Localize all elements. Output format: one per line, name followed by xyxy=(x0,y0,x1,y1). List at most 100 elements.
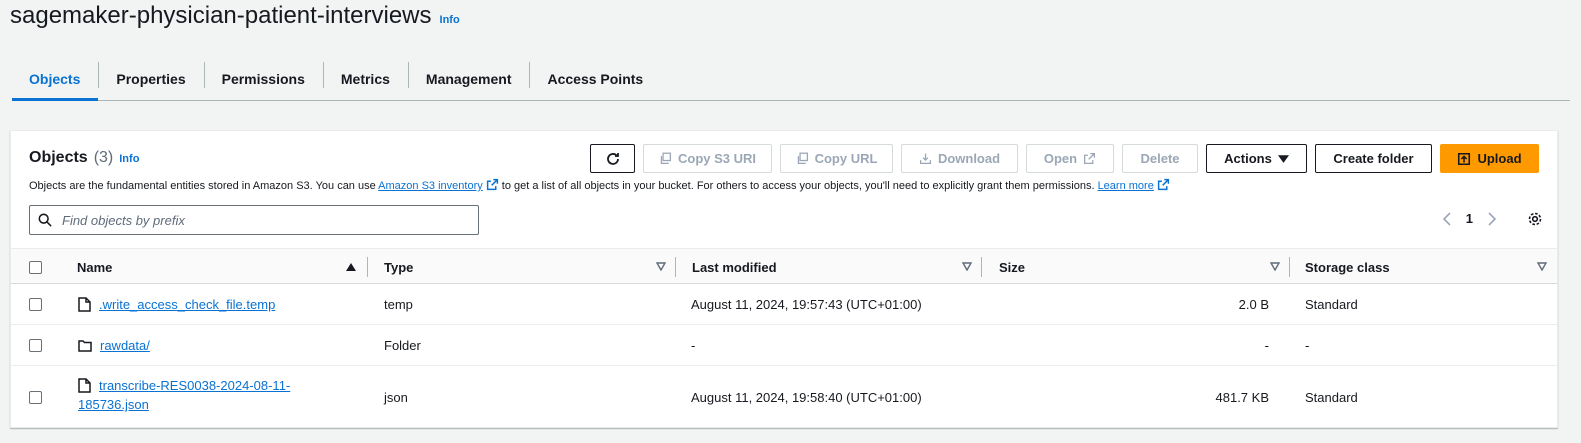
description-text-2: to get a list of all objects in your buc… xyxy=(498,180,1098,192)
inventory-link[interactable]: Amazon S3 inventory xyxy=(378,180,483,192)
objects-table: Name Type Last modified Size Storage cla xyxy=(11,248,1557,428)
type-cell: Folder xyxy=(384,337,421,353)
create-folder-label: Create folder xyxy=(1333,151,1414,166)
tab-access-points[interactable]: Access Points xyxy=(529,58,661,100)
delete-label: Delete xyxy=(1140,151,1180,166)
object-name-link[interactable]: rawdata/ xyxy=(100,338,150,353)
column-header-name[interactable]: Name xyxy=(76,249,368,285)
size-cell: 2.0 B xyxy=(1238,296,1269,312)
header-info-link[interactable]: Info xyxy=(440,14,460,26)
column-type-label: Type xyxy=(384,259,414,275)
select-all-cell xyxy=(29,249,49,285)
name-cell: .write_access_check_file.temp xyxy=(78,284,275,324)
objects-description: Objects are the fundamental entities sto… xyxy=(29,178,1170,192)
delete-button[interactable]: Delete xyxy=(1122,144,1198,173)
sort-icon xyxy=(656,262,666,271)
bucket-tabs: Objects Properties Permissions Metrics M… xyxy=(12,58,1570,101)
chevron-right-icon[interactable] xyxy=(1487,211,1497,226)
external-link-icon xyxy=(1157,178,1169,191)
copy-icon xyxy=(797,152,808,165)
chevron-left-icon[interactable] xyxy=(1442,211,1452,226)
learn-more-link[interactable]: Learn more xyxy=(1098,180,1154,192)
row-select-cell xyxy=(29,284,42,324)
file-icon xyxy=(78,378,91,393)
download-icon xyxy=(919,153,931,165)
objects-title: Objects xyxy=(29,149,88,166)
pagination: 1 xyxy=(1442,211,1497,226)
table-header: Name Type Last modified Size Storage cla xyxy=(11,248,1557,284)
copy-s3-uri-label: Copy S3 URI xyxy=(677,151,756,166)
copy-icon xyxy=(660,152,672,165)
object-name-link[interactable]: .write_access_check_file.temp xyxy=(99,297,275,312)
last-modified-cell: August 11, 2024, 19:57:43 (UTC+01:00) xyxy=(691,296,922,312)
name-cell: transcribe-RES0038-2024-08-11- 185736.js… xyxy=(78,376,290,414)
tab-permissions[interactable]: Permissions xyxy=(203,58,323,100)
column-header-storage-class[interactable]: Storage class xyxy=(1290,249,1557,285)
search-input[interactable] xyxy=(60,211,460,229)
tab-objects[interactable]: Objects xyxy=(12,58,99,101)
upload-icon xyxy=(1458,152,1471,165)
objects-info-link[interactable]: Info xyxy=(119,153,139,165)
column-header-type[interactable]: Type xyxy=(368,249,676,285)
upload-label: Upload xyxy=(1477,151,1522,166)
column-last-modified-label: Last modified xyxy=(692,259,777,275)
column-header-size[interactable]: Size xyxy=(982,249,1290,285)
table-row: transcribe-RES0038-2024-08-11- 185736.js… xyxy=(11,366,1557,428)
refresh-icon xyxy=(606,152,619,165)
external-link-icon xyxy=(486,178,498,191)
description-text-1: Objects are the fundamental entities sto… xyxy=(29,180,379,192)
type-cell: temp xyxy=(384,296,413,312)
select-all-checkbox[interactable] xyxy=(29,260,42,274)
row-checkbox[interactable] xyxy=(29,338,42,352)
object-name-link-line-1[interactable]: transcribe-RES0038-2024-08-11- xyxy=(99,378,290,393)
sort-icon xyxy=(1270,262,1280,271)
download-button[interactable]: Download xyxy=(901,144,1018,173)
open-label: Open xyxy=(1043,151,1078,166)
actions-dropdown[interactable]: Actions xyxy=(1206,144,1307,173)
copy-s3-uri-button[interactable]: Copy S3 URI xyxy=(643,144,772,173)
row-checkbox[interactable] xyxy=(29,297,42,311)
objects-panel: Objects (3) Info Objects are the fundame… xyxy=(10,130,1558,428)
search-icon xyxy=(38,213,52,227)
storage-class-cell: - xyxy=(1305,337,1310,353)
download-label: Download xyxy=(937,151,1001,166)
tab-metrics[interactable]: Metrics xyxy=(322,58,408,100)
tab-management[interactable]: Management xyxy=(407,58,530,100)
bucket-title: sagemaker-physician-patient-interviews xyxy=(10,2,432,29)
sort-icon xyxy=(962,262,972,271)
copy-url-button[interactable]: Copy URL xyxy=(780,144,893,173)
row-select-cell xyxy=(29,366,42,428)
storage-class-cell: Standard xyxy=(1305,296,1358,312)
create-folder-button[interactable]: Create folder xyxy=(1315,144,1432,173)
table-row: .write_access_check_file.temp temp Augus… xyxy=(11,284,1557,325)
page-number[interactable]: 1 xyxy=(1466,211,1473,226)
column-size-label: Size xyxy=(999,259,1026,275)
settings-gear-icon[interactable] xyxy=(1527,211,1543,227)
sort-icon xyxy=(1537,262,1547,271)
column-header-last-modified[interactable]: Last modified xyxy=(676,249,982,285)
tab-properties[interactable]: Properties xyxy=(98,58,203,100)
objects-panel-header: Objects (3) Info xyxy=(29,149,139,167)
row-checkbox[interactable] xyxy=(29,390,42,404)
upload-button[interactable]: Upload xyxy=(1440,144,1539,173)
objects-toolbar: Copy S3 URI Copy URL Download Open Delet… xyxy=(590,144,1539,173)
open-button[interactable]: Open xyxy=(1026,144,1114,173)
column-storage-class-label: Storage class xyxy=(1305,259,1390,275)
folder-icon xyxy=(78,339,92,352)
size-cell: - xyxy=(1264,337,1269,353)
last-modified-cell: - xyxy=(691,337,696,353)
page-header: sagemaker-physician-patient-interviews I… xyxy=(10,2,460,30)
last-modified-cell: August 11, 2024, 19:58:40 (UTC+01:00) xyxy=(691,389,922,405)
type-cell: json xyxy=(384,389,408,405)
file-icon xyxy=(78,296,91,312)
refresh-button[interactable] xyxy=(590,144,635,173)
actions-label: Actions xyxy=(1224,151,1272,166)
sort-ascending-icon xyxy=(346,263,356,271)
table-row: rawdata/ Folder - - - xyxy=(11,325,1557,366)
size-cell: 481.7 KB xyxy=(1215,389,1270,405)
object-name-link-line-2[interactable]: 185736.json xyxy=(78,397,149,412)
copy-url-label: Copy URL xyxy=(814,151,878,166)
caret-down-icon xyxy=(1277,155,1289,163)
objects-count: (3) xyxy=(93,149,114,166)
column-name-label: Name xyxy=(77,259,113,275)
